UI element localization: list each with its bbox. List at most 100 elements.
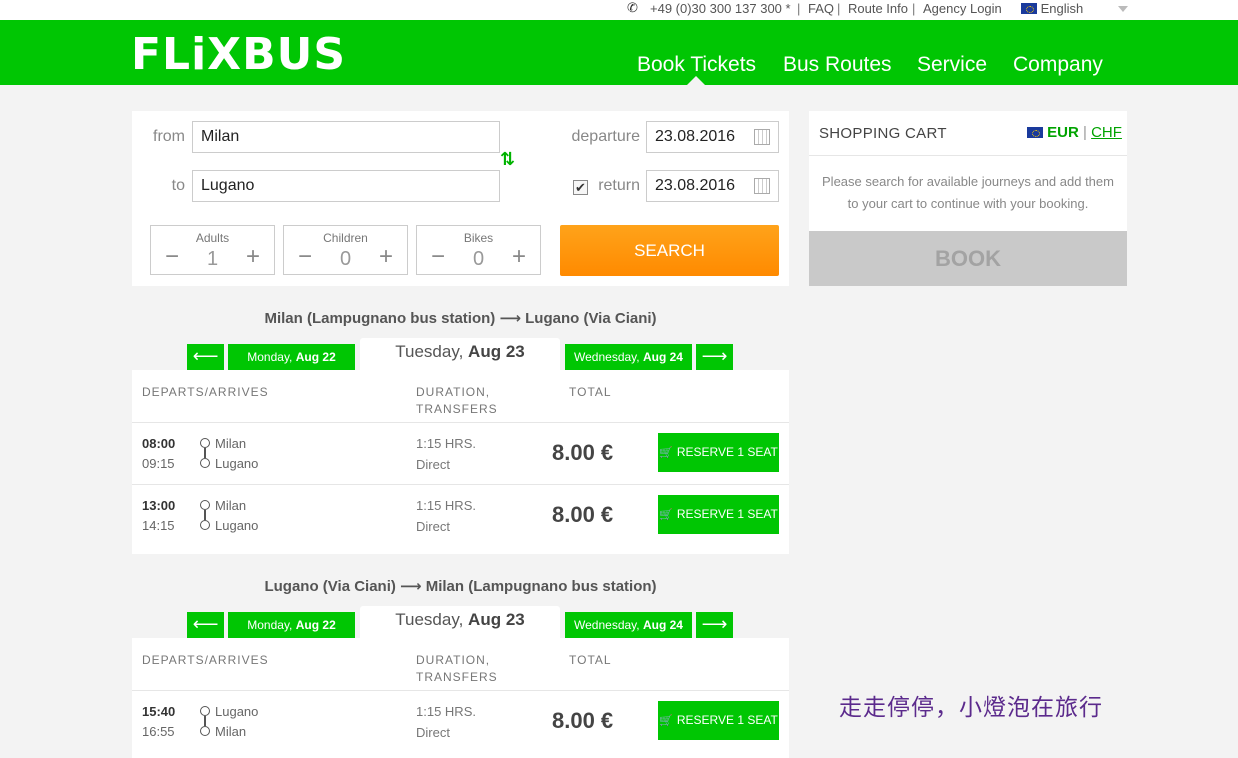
date: Aug 22 [295,618,336,632]
cart-title: SHOPPING CART [819,125,947,142]
transfers: Direct [416,519,450,534]
eu-flag-icon [1021,3,1037,14]
reserve-seat-button[interactable]: 🛒 RESERVE 1 SEAT [658,701,779,740]
agency-login-link[interactable]: Agency Login [923,1,1002,16]
table-row: 13:00 14:15 Milan Lugano 1:15 HRS. Direc… [132,484,789,546]
plus-icon[interactable]: + [379,243,393,271]
departure-time: 13:00 [142,498,176,513]
currency-chf[interactable]: CHF [1091,124,1122,141]
language-label: English [1040,1,1084,16]
col-duration: DURATION, TRANSFERS [416,384,498,418]
from-station: Milan [215,498,247,513]
route-info-link[interactable]: Route Info [848,1,908,16]
adults-counter: Adults − 1 + [150,225,275,275]
duration: 1:15 HRS. [416,436,476,451]
to-input[interactable]: Lugano [192,170,500,202]
reserve-label: RESERVE 1 SEAT [676,713,778,727]
route-line-icon [200,500,210,530]
weekday: Wednesday, [574,350,640,364]
results-table: DEPARTS/ARRIVES DURATION, TRANSFERS TOTAL… [132,370,789,554]
reserve-seat-button[interactable]: 🛒 RESERVE 1 SEAT [658,495,779,534]
duration: 1:15 HRS. [416,704,476,719]
price: 8.00 € [552,708,614,733]
prev-day-arrow-icon[interactable]: ⟵ [187,344,224,370]
plus-icon[interactable]: + [512,243,526,271]
reserve-label: RESERVE 1 SEAT [676,445,778,459]
phone-number: +49 (0)30 300 137 300 * [650,1,791,16]
col-duration-line1: DURATION, [416,385,491,399]
nav-book-tickets[interactable]: Book Tickets [637,53,756,77]
prev-day-arrow-icon[interactable]: ⟵ [187,612,224,638]
col-duration-line2: TRANSFERS [416,670,498,684]
to-station: Lugano [215,518,259,533]
next-day-arrow-icon[interactable]: ⟶ [696,344,733,370]
separator: | [797,1,801,16]
nav-bus-routes[interactable]: Bus Routes [783,53,892,77]
return-date-input[interactable]: 23.08.2016 [646,170,779,202]
flixbus-logo[interactable]: FLiXBUS [131,29,346,80]
prev-day-tab[interactable]: Monday, Aug 22 [228,344,355,370]
watermark-text: 走走停停，小燈泡在旅行 [839,695,1103,721]
divider [809,155,1127,156]
col-total: TOTAL [569,653,612,667]
language-selector[interactable]: English [1021,1,1083,16]
separator: | [837,1,841,16]
reserve-label: RESERVE 1 SEAT [676,507,778,521]
route-line-icon [200,706,210,736]
reserve-seat-button[interactable]: 🛒 RESERVE 1 SEAT [658,433,779,472]
weekday: Wednesday, [574,618,640,632]
col-duration: DURATION, TRANSFERS [416,652,498,686]
table-row: 15:40 16:55 Lugano Milan 1:15 HRS. Direc… [132,690,789,752]
date: Aug 22 [295,350,336,364]
cart-icon: 🛒 [659,715,673,727]
chevron-down-icon[interactable] [1118,6,1128,12]
weekday: Monday, [247,618,293,632]
children-counter: Children − 0 + [283,225,408,275]
departure-label: departure [571,128,641,145]
to-label: to [171,177,185,194]
col-departs-arrives: DEPARTS/ARRIVES [142,385,269,399]
from-station: Lugano [215,704,259,719]
separator: | [912,1,916,16]
search-button[interactable]: SEARCH [560,225,779,276]
book-button[interactable]: BOOK [809,231,1127,286]
utility-bar: ✆ +49 (0)30 300 137 300 * | FAQ | Route … [0,0,1238,20]
table-row: 08:00 09:15 Milan Lugano 1:15 HRS. Direc… [132,422,789,484]
active-nav-indicator [687,76,705,85]
return-date-value: 23.08.2016 [655,177,736,194]
price: 8.00 € [552,502,614,527]
currency-switcher: EUR | CHF [1027,124,1122,141]
currency-eur[interactable]: EUR [1047,124,1079,141]
nav-company[interactable]: Company [1013,53,1103,77]
cart-icon: 🛒 [659,447,673,459]
from-label: from [153,128,185,145]
return-checkbox[interactable]: ✔ [573,180,588,195]
return-label: return [598,177,640,194]
nav-service[interactable]: Service [917,53,987,77]
transfers: Direct [416,725,450,740]
calendar-icon[interactable] [754,178,770,194]
plus-icon[interactable]: + [246,243,260,271]
from-input[interactable]: Milan [192,121,500,153]
departure-date-input[interactable]: 23.08.2016 [646,121,779,153]
date: Aug 23 [468,610,525,629]
swap-direction-icon[interactable]: ⇅ [500,149,515,170]
shopping-cart: SHOPPING CART EUR | CHF Please search fo… [809,111,1127,286]
date: Aug 24 [642,618,683,632]
route-title: Milan (Lampugnano bus station) ⟶ Lugano … [264,310,657,327]
weekday: Monday, [247,350,293,364]
prev-day-tab[interactable]: Monday, Aug 22 [228,612,355,638]
next-day-tab[interactable]: Wednesday, Aug 24 [565,344,692,370]
current-day-tab: Tuesday, Aug 23 [360,338,560,370]
to-station: Milan [215,724,247,739]
next-day-tab[interactable]: Wednesday, Aug 24 [565,612,692,638]
next-day-arrow-icon[interactable]: ⟶ [696,612,733,638]
faq-link[interactable]: FAQ [808,1,834,16]
calendar-icon[interactable] [754,129,770,145]
to-station: Lugano [215,456,259,471]
weekday: Tuesday, [395,342,464,361]
separator: | [1083,124,1087,141]
col-duration-line2: TRANSFERS [416,402,498,416]
search-form: from Milan to Lugano ⇅ departure 23.08.2… [132,111,789,286]
arrival-time: 09:15 [142,456,175,471]
